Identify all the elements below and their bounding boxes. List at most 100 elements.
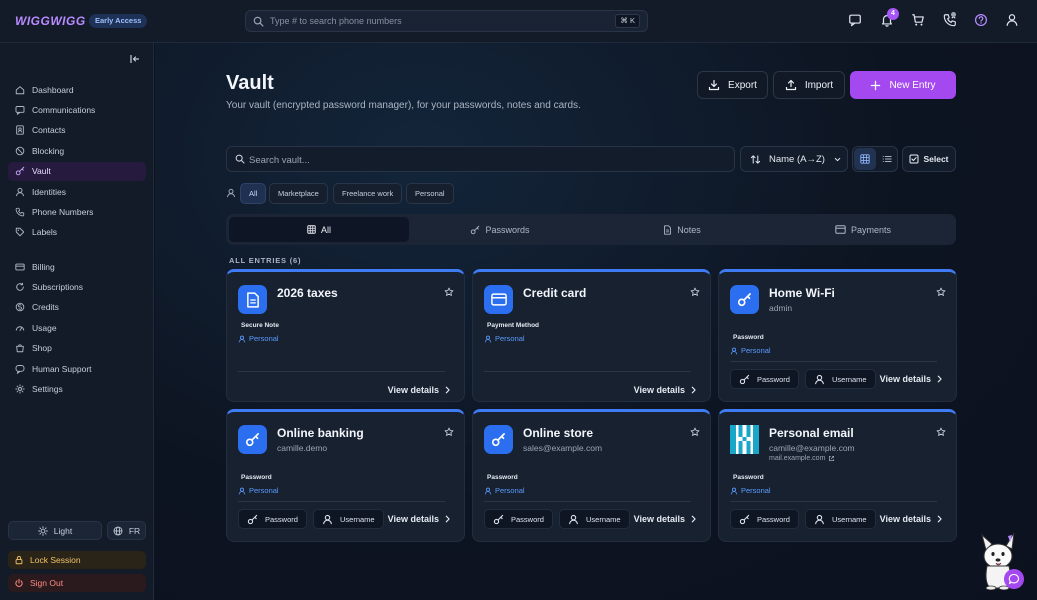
entry-folder[interactable]: Personal [238,334,279,343]
sidebar-item-subscriptions[interactable]: Subscriptions [8,277,146,296]
entry-folder[interactable]: Personal [730,346,771,355]
vault-entry-card[interactable]: Credit card Payment Method Personal View de… [472,269,711,402]
sidebar-item-usage[interactable]: Usage [8,318,146,337]
view-details-link[interactable]: View details [880,514,943,524]
entry-folder[interactable]: Personal [484,334,525,343]
sidebar-item-shop[interactable]: Shop [8,339,146,358]
cart-icon[interactable] [911,13,927,29]
view-details-label: View details [633,385,685,395]
entry-folder[interactable]: Personal [238,486,279,495]
sidebar-item-identities[interactable]: Identities [8,182,146,201]
grid-view-button[interactable] [854,148,876,170]
notification-count: 4 [887,8,899,20]
copy-username-button[interactable]: Username [559,509,630,529]
sort-dropdown[interactable]: Name (A→Z) [740,146,848,172]
filter-personal[interactable]: Personal [406,183,454,204]
vault-entry-card[interactable]: 2026 taxes Secure Note Personal View detail… [226,269,465,402]
star-icon[interactable] [690,287,700,297]
sidebar-item-communications[interactable]: Communications [8,100,146,119]
tab-passwords[interactable]: Passwords [409,217,591,242]
lock-session-button[interactable]: Lock Session [8,551,146,569]
card-divider [238,371,445,372]
messages-icon[interactable] [848,13,864,29]
credit-card-icon [484,285,513,314]
sidebar-item-labels[interactable]: Labels [8,223,146,242]
sidebar-item-human-support[interactable]: Human Support [8,359,146,378]
star-icon[interactable] [936,287,946,297]
star-icon[interactable] [690,427,700,437]
view-details-link[interactable]: View details [388,514,451,524]
app-logo[interactable]: WIGGWIGG [15,14,86,28]
star-icon[interactable] [936,427,946,437]
sidebar-item-vault[interactable]: Vault [8,161,146,181]
new-entry-button[interactable]: New Entry [850,71,956,99]
sidebar-item-credits[interactable]: Credits [8,298,146,317]
coin-icon [15,302,25,312]
tab-payments[interactable]: Payments [773,217,953,242]
sort-label: Name (A→Z) [769,153,825,165]
help-icon[interactable] [974,13,990,29]
phone-search-input[interactable]: Type # to search phone numbers ⌘ K [245,10,648,32]
sign-out-button[interactable]: Sign Out [8,574,146,592]
chevron-down-icon [833,155,842,164]
import-icon [785,79,797,91]
copy-username-button[interactable]: Username [805,369,876,389]
chat-support-button[interactable] [1004,569,1024,589]
vault-search-input[interactable]: Search vault... [226,146,735,172]
entry-title: 2026 taxes [277,286,338,300]
card-divider [238,501,445,502]
key-icon [493,514,504,525]
copy-username-button[interactable]: Username [313,509,384,529]
import-button[interactable]: Import [773,71,845,99]
entry-title: Home Wi-Fi [769,286,835,300]
star-icon[interactable] [444,427,454,437]
tab-notes[interactable]: Notes [591,217,773,242]
entry-folder[interactable]: Personal [730,486,771,495]
export-button[interactable]: Export [697,71,768,99]
entry-type-label: Password [241,474,272,481]
sidebar-item-phone-numbers[interactable]: Phone Numbers [8,202,146,221]
star-icon[interactable] [444,287,454,297]
view-details-link[interactable]: View details [880,374,943,384]
view-details-link[interactable]: View details [634,385,697,395]
vault-entry-card[interactable]: Personal email camille@example.com mail.ex… [718,409,957,542]
tab-all[interactable]: All [229,217,409,242]
filter-marketplace[interactable]: Marketplace [269,183,328,204]
entry-folder[interactable]: Personal [484,486,525,495]
sidebar-item-dashboard[interactable]: Dashboard [8,80,146,99]
sidebar-item-contacts[interactable]: Contacts [8,121,146,140]
list-view-icon[interactable] [882,154,892,164]
collapse-sidebar-icon[interactable] [129,53,141,65]
copy-password-button[interactable]: Password [730,509,799,529]
sidebar-item-blocking[interactable]: Blocking [8,141,146,160]
copy-password-button[interactable]: Password [730,369,799,389]
sidebar-item-label: Dashboard [32,84,74,95]
language-button[interactable]: FR [107,521,146,540]
theme-toggle-button[interactable]: Light [8,521,102,540]
view-details-link[interactable]: View details [388,385,451,395]
entry-type-label: Secure Note [241,322,279,329]
filter-freelance-work[interactable]: Freelance work [333,183,403,204]
vault-entry-card[interactable]: Home Wi-Fi admin Password Personal Password U… [718,269,957,402]
filter-all[interactable]: All [240,183,267,204]
user-icon [814,514,825,525]
entry-type-label: Password [733,474,764,481]
sidebar-item-settings[interactable]: Settings [8,379,146,398]
user-icon[interactable] [1005,13,1021,29]
view-details-link[interactable]: View details [634,514,697,524]
entry-website-link[interactable]: mail.example.com [769,455,835,462]
person-icon [484,335,492,343]
copy-password-button[interactable]: Password [484,509,553,529]
person-icon [730,347,738,355]
select-button[interactable]: Select [902,146,956,172]
sidebar-item-billing[interactable]: Billing [8,257,146,276]
copy-password-label: Password [265,514,298,524]
chevron-right-icon [444,515,451,523]
copy-username-button[interactable]: Username [805,509,876,529]
entry-subtitle: camille.demo [277,443,328,453]
vault-entry-card[interactable]: Online banking camille.demo Password Person… [226,409,465,542]
page-subtitle: Your vault (encrypted password manager),… [226,100,581,111]
copy-password-button[interactable]: Password [238,509,307,529]
person-icon [484,487,492,495]
vault-entry-card[interactable]: Online store sales@example.com Password Per… [472,409,711,542]
